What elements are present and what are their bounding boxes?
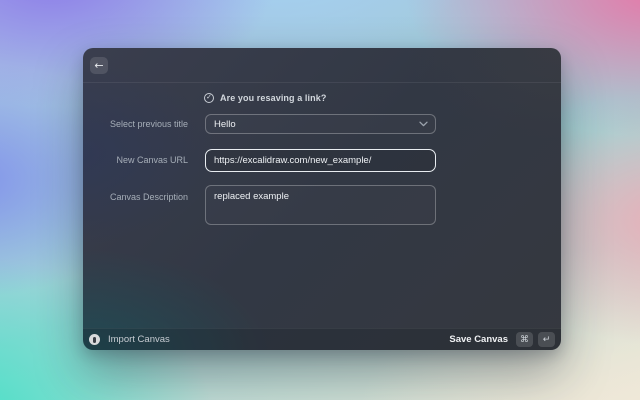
save-actions: Save Canvas ⌘ ↵ (449, 332, 555, 347)
import-glyph (93, 337, 96, 343)
canvas-description-label: Canvas Description (83, 192, 188, 203)
back-button[interactable]: ← (90, 57, 108, 74)
previous-title-select[interactable]: Hello (205, 114, 436, 134)
canvas-description-textarea[interactable]: replaced example (205, 185, 436, 225)
resave-link-label: Are you resaving a link? (220, 93, 326, 103)
chevron-down-icon (419, 121, 428, 127)
save-canvas-button[interactable]: Save Canvas (449, 334, 508, 345)
save-canvas-dialog: ← ✓ Are you resaving a link? Select prev… (83, 48, 561, 350)
resave-link-checkbox-row[interactable]: ✓ Are you resaving a link? (204, 92, 326, 103)
new-canvas-url-input[interactable] (205, 149, 436, 172)
check-icon: ✓ (206, 94, 212, 101)
new-canvas-url-label: New Canvas URL (83, 149, 188, 172)
resave-link-checkbox[interactable]: ✓ (204, 93, 214, 103)
import-canvas-icon (89, 334, 100, 345)
return-key[interactable]: ↵ (538, 332, 555, 347)
dialog-header: ← (83, 48, 561, 83)
arrow-left-icon: ← (94, 59, 103, 72)
import-canvas-label: Import Canvas (108, 334, 170, 345)
previous-title-label: Select previous title (83, 114, 188, 134)
desktop-background: ← ✓ Are you resaving a link? Select prev… (0, 0, 640, 400)
previous-title-value: Hello (214, 119, 236, 130)
cmd-key[interactable]: ⌘ (516, 332, 533, 347)
dialog-footer: Import Canvas Save Canvas ⌘ ↵ (83, 328, 561, 350)
import-canvas-button[interactable]: Import Canvas (89, 334, 170, 345)
